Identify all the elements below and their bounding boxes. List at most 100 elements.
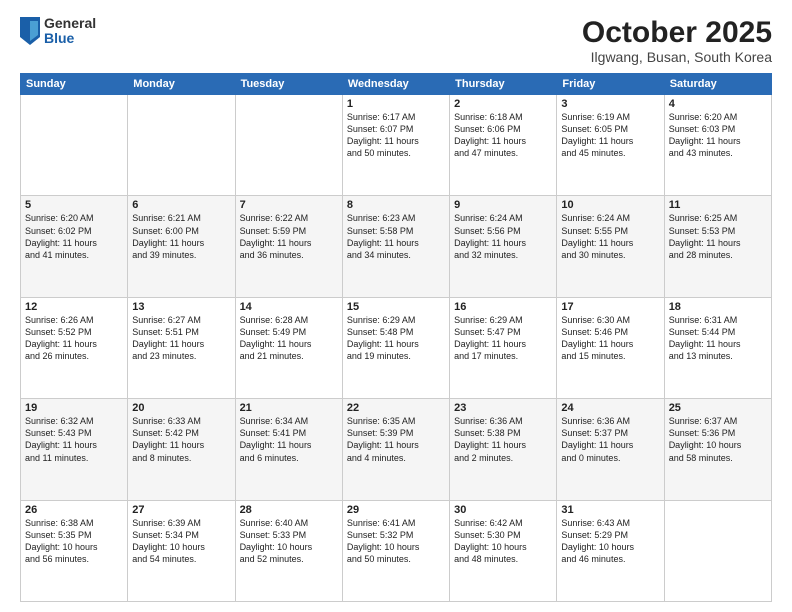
calendar-cell: 6Sunrise: 6:21 AM Sunset: 6:00 PM Daylig… [128, 196, 235, 297]
day-number: 31 [561, 504, 659, 516]
day-number: 9 [454, 199, 552, 211]
day-info: Sunrise: 6:20 AM Sunset: 6:03 PM Dayligh… [669, 111, 767, 160]
day-number: 29 [347, 504, 445, 516]
day-info: Sunrise: 6:36 AM Sunset: 5:37 PM Dayligh… [561, 415, 659, 464]
day-number: 16 [454, 301, 552, 313]
day-info: Sunrise: 6:32 AM Sunset: 5:43 PM Dayligh… [25, 415, 123, 464]
calendar-header-thursday: Thursday [450, 74, 557, 95]
calendar-cell: 12Sunrise: 6:26 AM Sunset: 5:52 PM Dayli… [21, 297, 128, 398]
day-info: Sunrise: 6:37 AM Sunset: 5:36 PM Dayligh… [669, 415, 767, 464]
day-info: Sunrise: 6:23 AM Sunset: 5:58 PM Dayligh… [347, 212, 445, 261]
day-info: Sunrise: 6:17 AM Sunset: 6:07 PM Dayligh… [347, 111, 445, 160]
calendar-cell: 28Sunrise: 6:40 AM Sunset: 5:33 PM Dayli… [235, 500, 342, 601]
day-number: 17 [561, 301, 659, 313]
calendar-cell: 24Sunrise: 6:36 AM Sunset: 5:37 PM Dayli… [557, 399, 664, 500]
calendar-cell: 19Sunrise: 6:32 AM Sunset: 5:43 PM Dayli… [21, 399, 128, 500]
day-info: Sunrise: 6:26 AM Sunset: 5:52 PM Dayligh… [25, 314, 123, 363]
calendar-header-tuesday: Tuesday [235, 74, 342, 95]
calendar-cell: 21Sunrise: 6:34 AM Sunset: 5:41 PM Dayli… [235, 399, 342, 500]
day-number: 24 [561, 402, 659, 414]
day-number: 27 [132, 504, 230, 516]
logo: General Blue [20, 16, 96, 47]
calendar-cell: 30Sunrise: 6:42 AM Sunset: 5:30 PM Dayli… [450, 500, 557, 601]
day-number: 19 [25, 402, 123, 414]
day-info: Sunrise: 6:42 AM Sunset: 5:30 PM Dayligh… [454, 517, 552, 566]
page: General Blue October 2025 Ilgwang, Busan… [0, 0, 792, 612]
day-info: Sunrise: 6:30 AM Sunset: 5:46 PM Dayligh… [561, 314, 659, 363]
day-info: Sunrise: 6:24 AM Sunset: 5:56 PM Dayligh… [454, 212, 552, 261]
day-number: 11 [669, 199, 767, 211]
day-info: Sunrise: 6:27 AM Sunset: 5:51 PM Dayligh… [132, 314, 230, 363]
day-number: 22 [347, 402, 445, 414]
calendar-cell [128, 95, 235, 196]
calendar-cell: 2Sunrise: 6:18 AM Sunset: 6:06 PM Daylig… [450, 95, 557, 196]
day-number: 25 [669, 402, 767, 414]
calendar-cell: 15Sunrise: 6:29 AM Sunset: 5:48 PM Dayli… [342, 297, 449, 398]
calendar-table: SundayMondayTuesdayWednesdayThursdayFrid… [20, 73, 772, 602]
logo-text: General Blue [44, 16, 96, 47]
day-info: Sunrise: 6:35 AM Sunset: 5:39 PM Dayligh… [347, 415, 445, 464]
day-number: 7 [240, 199, 338, 211]
calendar-cell: 1Sunrise: 6:17 AM Sunset: 6:07 PM Daylig… [342, 95, 449, 196]
day-info: Sunrise: 6:31 AM Sunset: 5:44 PM Dayligh… [669, 314, 767, 363]
day-number: 5 [25, 199, 123, 211]
calendar-cell [664, 500, 771, 601]
location: Ilgwang, Busan, South Korea [582, 49, 772, 65]
calendar-header-sunday: Sunday [21, 74, 128, 95]
calendar-header-friday: Friday [557, 74, 664, 95]
day-info: Sunrise: 6:36 AM Sunset: 5:38 PM Dayligh… [454, 415, 552, 464]
day-number: 28 [240, 504, 338, 516]
day-info: Sunrise: 6:40 AM Sunset: 5:33 PM Dayligh… [240, 517, 338, 566]
day-info: Sunrise: 6:29 AM Sunset: 5:47 PM Dayligh… [454, 314, 552, 363]
logo-general-text: General [44, 16, 96, 31]
calendar-cell: 9Sunrise: 6:24 AM Sunset: 5:56 PM Daylig… [450, 196, 557, 297]
day-info: Sunrise: 6:25 AM Sunset: 5:53 PM Dayligh… [669, 212, 767, 261]
calendar-cell: 23Sunrise: 6:36 AM Sunset: 5:38 PM Dayli… [450, 399, 557, 500]
calendar-cell: 16Sunrise: 6:29 AM Sunset: 5:47 PM Dayli… [450, 297, 557, 398]
calendar-cell: 27Sunrise: 6:39 AM Sunset: 5:34 PM Dayli… [128, 500, 235, 601]
day-info: Sunrise: 6:28 AM Sunset: 5:49 PM Dayligh… [240, 314, 338, 363]
calendar-cell: 20Sunrise: 6:33 AM Sunset: 5:42 PM Dayli… [128, 399, 235, 500]
title-block: October 2025 Ilgwang, Busan, South Korea [582, 16, 772, 65]
logo-icon [20, 17, 40, 45]
day-info: Sunrise: 6:43 AM Sunset: 5:29 PM Dayligh… [561, 517, 659, 566]
calendar-cell [21, 95, 128, 196]
calendar-cell: 8Sunrise: 6:23 AM Sunset: 5:58 PM Daylig… [342, 196, 449, 297]
calendar-cell: 31Sunrise: 6:43 AM Sunset: 5:29 PM Dayli… [557, 500, 664, 601]
day-info: Sunrise: 6:19 AM Sunset: 6:05 PM Dayligh… [561, 111, 659, 160]
calendar-cell [235, 95, 342, 196]
day-number: 4 [669, 98, 767, 110]
day-number: 21 [240, 402, 338, 414]
month-title: October 2025 [582, 16, 772, 49]
calendar-header-saturday: Saturday [664, 74, 771, 95]
day-info: Sunrise: 6:18 AM Sunset: 6:06 PM Dayligh… [454, 111, 552, 160]
calendar-cell: 11Sunrise: 6:25 AM Sunset: 5:53 PM Dayli… [664, 196, 771, 297]
day-number: 13 [132, 301, 230, 313]
day-number: 23 [454, 402, 552, 414]
calendar-week-row: 12Sunrise: 6:26 AM Sunset: 5:52 PM Dayli… [21, 297, 772, 398]
calendar-cell: 14Sunrise: 6:28 AM Sunset: 5:49 PM Dayli… [235, 297, 342, 398]
day-number: 30 [454, 504, 552, 516]
day-number: 8 [347, 199, 445, 211]
day-number: 3 [561, 98, 659, 110]
calendar-cell: 17Sunrise: 6:30 AM Sunset: 5:46 PM Dayli… [557, 297, 664, 398]
calendar-cell: 18Sunrise: 6:31 AM Sunset: 5:44 PM Dayli… [664, 297, 771, 398]
day-number: 14 [240, 301, 338, 313]
day-info: Sunrise: 6:22 AM Sunset: 5:59 PM Dayligh… [240, 212, 338, 261]
day-info: Sunrise: 6:39 AM Sunset: 5:34 PM Dayligh… [132, 517, 230, 566]
day-info: Sunrise: 6:21 AM Sunset: 6:00 PM Dayligh… [132, 212, 230, 261]
calendar-cell: 13Sunrise: 6:27 AM Sunset: 5:51 PM Dayli… [128, 297, 235, 398]
day-number: 15 [347, 301, 445, 313]
day-info: Sunrise: 6:29 AM Sunset: 5:48 PM Dayligh… [347, 314, 445, 363]
calendar-cell: 22Sunrise: 6:35 AM Sunset: 5:39 PM Dayli… [342, 399, 449, 500]
calendar-header-monday: Monday [128, 74, 235, 95]
calendar-cell: 7Sunrise: 6:22 AM Sunset: 5:59 PM Daylig… [235, 196, 342, 297]
calendar-cell: 5Sunrise: 6:20 AM Sunset: 6:02 PM Daylig… [21, 196, 128, 297]
calendar-cell: 4Sunrise: 6:20 AM Sunset: 6:03 PM Daylig… [664, 95, 771, 196]
day-number: 6 [132, 199, 230, 211]
calendar-header-row: SundayMondayTuesdayWednesdayThursdayFrid… [21, 74, 772, 95]
day-number: 2 [454, 98, 552, 110]
day-number: 12 [25, 301, 123, 313]
calendar-week-row: 26Sunrise: 6:38 AM Sunset: 5:35 PM Dayli… [21, 500, 772, 601]
day-number: 26 [25, 504, 123, 516]
